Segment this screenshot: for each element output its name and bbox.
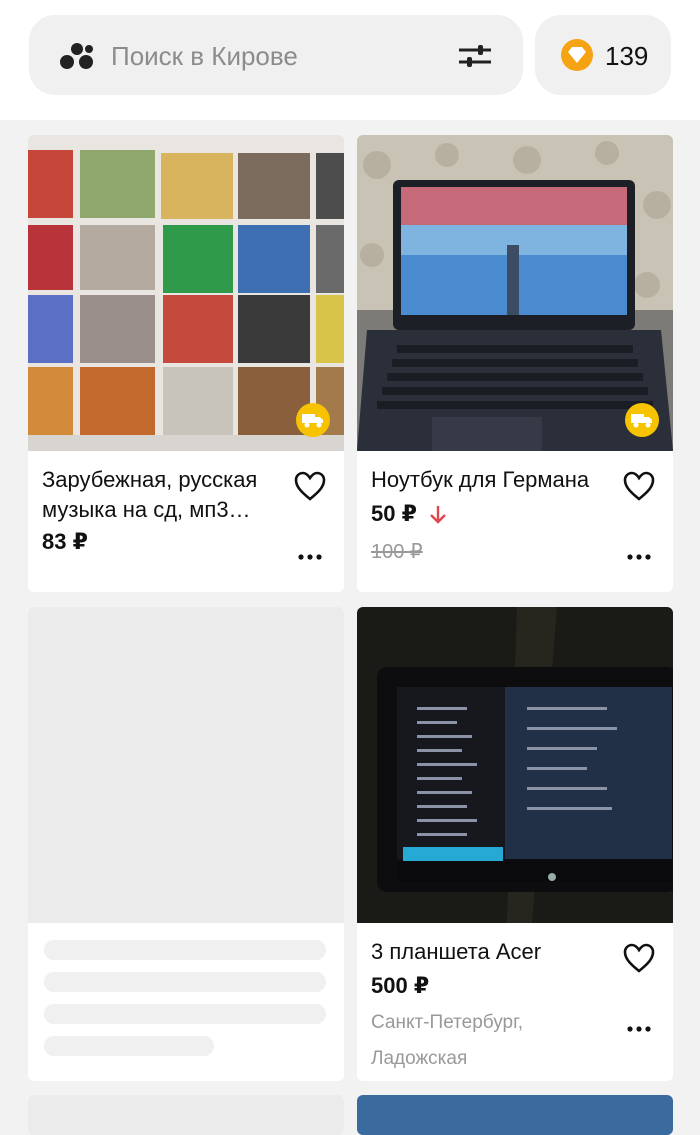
- more-options-icon[interactable]: [627, 553, 651, 561]
- delivery-badge: [296, 403, 330, 437]
- truck-icon: [302, 414, 323, 428]
- listing-price: 50 ₽: [371, 501, 447, 527]
- listing-title[interactable]: 3 планшета Acer: [371, 937, 611, 967]
- favorite-heart-icon[interactable]: [294, 471, 326, 501]
- top-bar: Поиск в Кирове 139: [0, 0, 700, 120]
- image-placeholder: [28, 607, 344, 923]
- listing-card-skeleton: [28, 607, 344, 1081]
- listing-title[interactable]: Ноутбук для Германа: [371, 465, 611, 495]
- skeleton-line: [44, 940, 326, 960]
- price-drop-arrow-icon: [430, 506, 446, 524]
- listing-photo-cds[interactable]: [28, 135, 344, 451]
- wallet-count: 139: [605, 41, 649, 71]
- favorite-heart-icon[interactable]: [623, 943, 655, 973]
- search-input[interactable]: Поиск в Кирове: [111, 41, 298, 72]
- listing-card[interactable]: Зарубежная, русская музыка на сд, мп3… 8…: [28, 135, 344, 592]
- listing-title[interactable]: Зарубежная, русская музыка на сд, мп3…: [42, 465, 282, 525]
- diamond-coin-icon: [561, 39, 593, 71]
- listing-old-price: 100 ₽: [371, 541, 423, 563]
- wallet-button[interactable]: 139: [535, 15, 671, 95]
- listing-location: Санкт-Петербург, Ладожская: [371, 1005, 571, 1077]
- listing-location-street: Ладожская: [371, 1048, 468, 1069]
- listing-location-city: Санкт-Петербург,: [371, 1012, 523, 1033]
- listing-card-partial[interactable]: [28, 1095, 344, 1135]
- listing-price: 500 ₽: [371, 973, 430, 998]
- listing-price: 83 ₽: [42, 529, 88, 554]
- delivery-badge: [625, 403, 659, 437]
- avito-logo-icon: [60, 43, 93, 69]
- search-bar[interactable]: Поиск в Кирове: [29, 15, 523, 95]
- skeleton-line: [44, 1004, 326, 1024]
- tablet-image: [357, 607, 673, 923]
- listing-card-partial[interactable]: [357, 1095, 673, 1135]
- skeleton-line: [44, 1036, 214, 1056]
- listing-card[interactable]: Ноутбук для Германа 50 ₽ 100 ₽: [357, 135, 673, 592]
- more-options-icon[interactable]: [627, 1025, 651, 1033]
- listing-price-value: 50 ₽: [371, 501, 417, 526]
- skeleton-line: [44, 972, 326, 992]
- more-options-icon[interactable]: [298, 553, 322, 561]
- filter-icon[interactable]: [457, 41, 493, 71]
- truck-icon: [631, 414, 652, 428]
- laptop-image: [357, 135, 673, 451]
- cd-collection-image: [28, 135, 344, 451]
- listing-photo-tablet[interactable]: [357, 607, 673, 923]
- favorite-heart-icon[interactable]: [623, 471, 655, 501]
- listing-photo-laptop[interactable]: [357, 135, 673, 451]
- listing-card[interactable]: 3 планшета Acer 500 ₽ Санкт-Петербург, Л…: [357, 607, 673, 1081]
